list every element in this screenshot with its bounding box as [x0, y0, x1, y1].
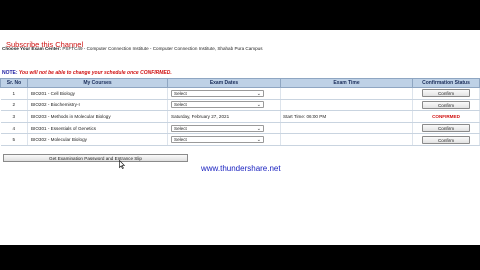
row-sr-no: 4 [0, 122, 28, 135]
chevron-down-icon: ⌄ [256, 102, 261, 109]
schedule-note: NOTE: You will not be able to change you… [2, 70, 172, 76]
row-exam-time [280, 87, 413, 100]
col-header-exam-time: Exam Time [280, 78, 413, 88]
col-header-courses: My Courses [27, 78, 168, 88]
row-exam-date: Saturday, February 27, 2021 [167, 110, 281, 123]
table-row: 5 BIO302 - Molecular Biology Select ⌄ Con… [0, 133, 480, 146]
col-header-exam-dates: Exam Dates [167, 78, 281, 88]
row-sr-no: 1 [0, 87, 28, 100]
get-entrance-slip-button[interactable]: Get Examination Password and Entrance Sl… [3, 154, 188, 162]
row-course: BIO302 - Molecular Biology [27, 133, 168, 146]
exam-date-select[interactable]: Select ⌄ [171, 136, 264, 144]
note-text: You will not be able to change your sche… [18, 70, 172, 76]
chevron-down-icon: ⌄ [256, 125, 261, 132]
confirm-button[interactable]: Confirm [422, 89, 470, 98]
row-sr-no: 2 [0, 99, 28, 112]
chevron-down-icon: ⌄ [256, 90, 261, 97]
row-status: Confirm [412, 133, 480, 146]
row-status: CONFIRMED [412, 110, 480, 123]
exam-date-select-value: Select [174, 137, 187, 143]
row-exam-time [280, 99, 413, 112]
row-course: BIO203 - Methods in Molecular Biology [27, 110, 168, 123]
exam-date-select-value: Select [174, 125, 187, 131]
row-course: BIO202 - Biochemistry-I [27, 99, 168, 112]
confirmed-status-label: CONFIRMED [432, 113, 460, 119]
exam-center-line: Choose Your Exam Center: PSFTC49 - Compu… [2, 46, 263, 51]
row-course: BIO301 - Essentials of Genetics [27, 122, 168, 135]
row-status: Confirm [412, 87, 480, 100]
row-exam-date: Select ⌄ [167, 87, 281, 100]
mouse-cursor-icon [119, 160, 125, 169]
confirm-button[interactable]: Confirm [422, 100, 470, 109]
table-row: 4 BIO301 - Essentials of Genetics Select… [0, 122, 480, 135]
row-course: BIO201 - Cell Biology [27, 87, 168, 100]
row-exam-time: Start Time: 06:00 PM [280, 110, 413, 123]
exam-date-select-value: Select [174, 90, 187, 96]
row-exam-time [280, 122, 413, 135]
table-header-row: Sr. No My Courses Exam Dates Exam Time C… [0, 78, 480, 88]
exam-date-select[interactable]: Select ⌄ [171, 89, 264, 97]
exam-schedule-page: Subscribe this Channel Choose Your Exam … [0, 30, 480, 245]
row-sr-no: 3 [0, 110, 28, 123]
row-exam-date: Select ⌄ [167, 99, 281, 112]
exam-schedule-table: Sr. No My Courses Exam Dates Exam Time C… [0, 78, 480, 146]
row-exam-date: Select ⌄ [167, 122, 281, 135]
table-row: 3 BIO203 - Methods in Molecular Biology … [0, 110, 480, 123]
row-exam-date: Select ⌄ [167, 133, 281, 146]
table-row: 1 BIO201 - Cell Biology Select ⌄ Confirm [0, 87, 480, 100]
exam-date-select[interactable]: Select ⌄ [171, 124, 264, 132]
chevron-down-icon: ⌄ [256, 137, 261, 144]
col-header-sr-no: Sr. No [0, 78, 28, 88]
row-status: Confirm [412, 122, 480, 135]
confirm-button[interactable]: Confirm [422, 135, 470, 144]
row-status: Confirm [412, 99, 480, 112]
exam-date-select[interactable]: Select ⌄ [171, 101, 264, 109]
row-exam-time [280, 133, 413, 146]
confirm-button[interactable]: Confirm [422, 124, 470, 133]
note-label: NOTE: [2, 70, 18, 76]
watermark-text: www.thundershare.net [201, 164, 281, 173]
exam-center-value: PSFTC49 - Computer Connection Institute … [62, 46, 263, 51]
table-row: 2 BIO202 - Biochemistry-I Select ⌄ Confir… [0, 99, 480, 112]
col-header-confirmation-status: Confirmation Status [412, 78, 480, 88]
exam-date-select-value: Select [174, 102, 187, 108]
row-sr-no: 5 [0, 133, 28, 146]
exam-center-label: Choose Your Exam Center: [2, 46, 62, 51]
